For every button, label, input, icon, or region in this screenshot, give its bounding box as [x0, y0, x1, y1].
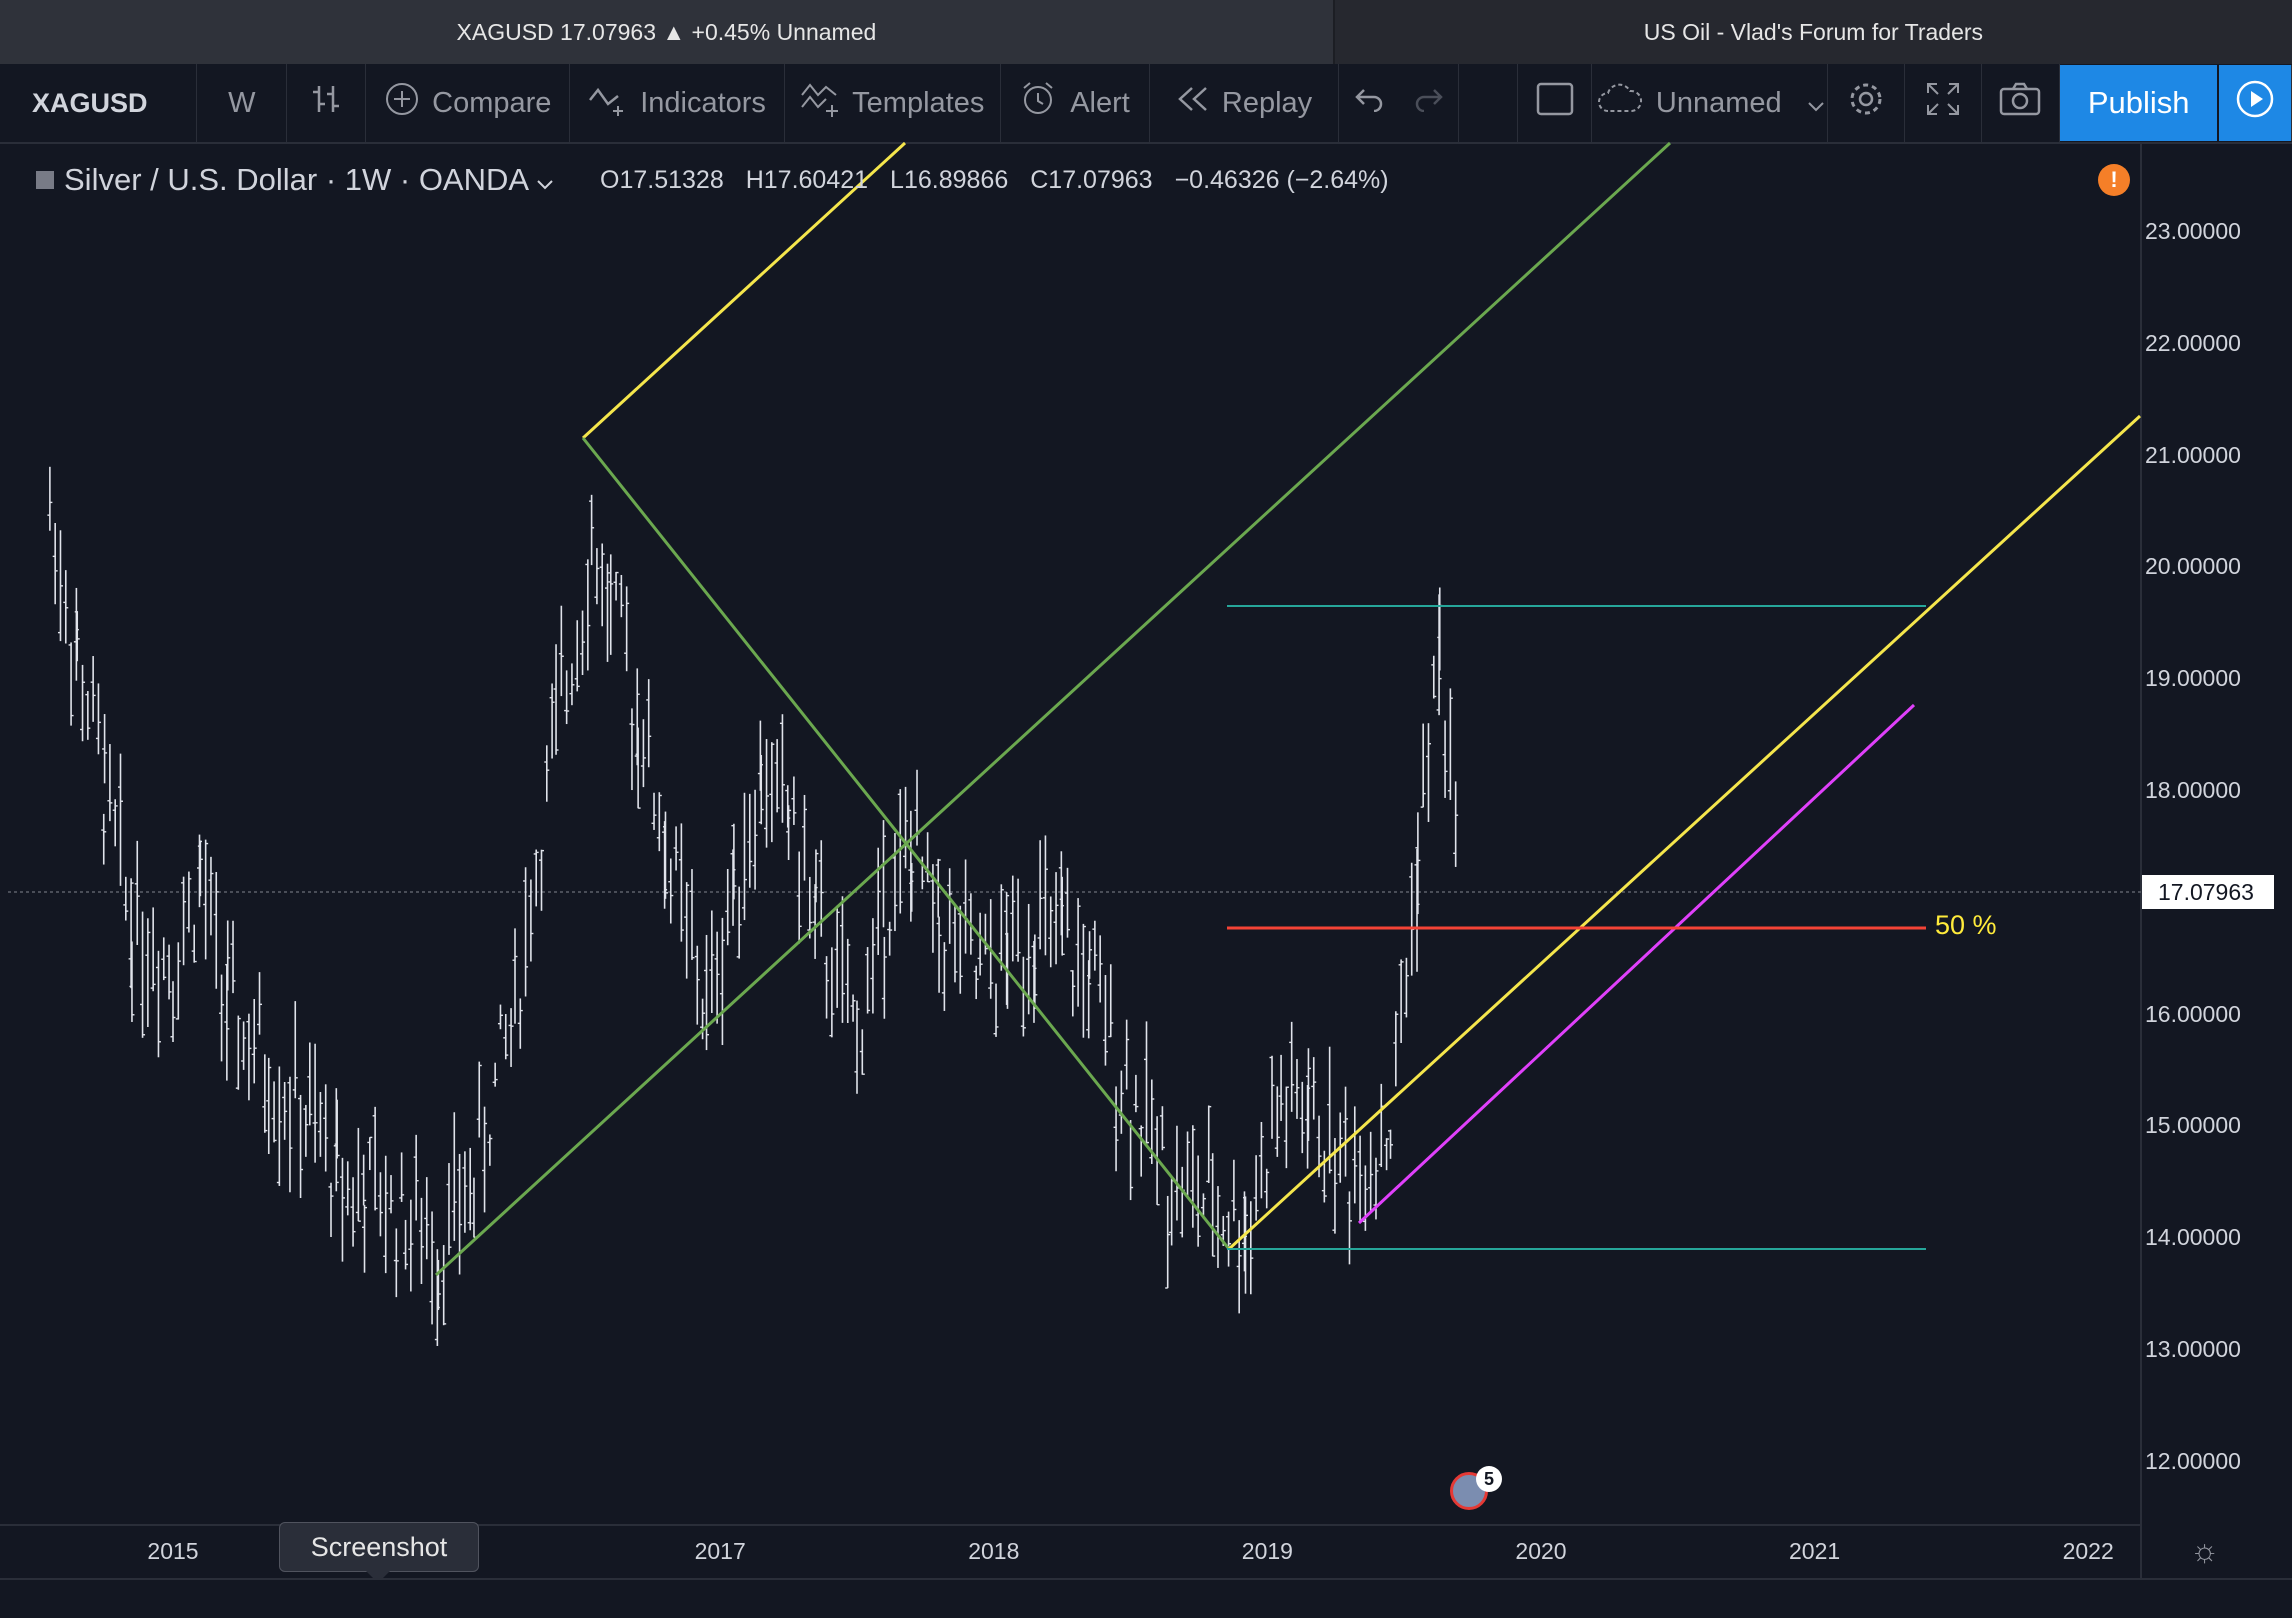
last-price-label: 17.07963 [2142, 875, 2274, 909]
time-tick-label: 2015 [147, 1538, 199, 1564]
time-tick-label: 2020 [1515, 1538, 1567, 1564]
change-value: −0.46326 (−2.64%) [1174, 166, 1389, 194]
time-tick-label: 2019 [1241, 1538, 1293, 1564]
yellow-trend-line[interactable] [1227, 414, 2142, 1251]
price-tick-label: 20.00000 [2145, 553, 2241, 580]
price-chart[interactable] [0, 0, 2292, 1616]
ohlc-bars [47, 466, 1459, 1346]
price-tick-label: 18.00000 [2145, 777, 2241, 803]
close-value: C17.07963 [1030, 166, 1153, 194]
time-axis-settings-icon[interactable]: ☼ [2190, 1532, 2219, 1569]
event-count-badge: 5 [1476, 1466, 1502, 1492]
bottom-panel [0, 1578, 2292, 1618]
price-tick-label: 23.00000 [2145, 218, 2241, 244]
price-tick-label: 14.00000 [2145, 1224, 2241, 1251]
chart-legend[interactable]: Silver / U.S. Dollar · 1W · OANDA [36, 160, 553, 200]
low-value: L16.89866 [890, 166, 1009, 194]
symbol-square-icon [36, 171, 54, 189]
time-tick-label: 2018 [968, 1538, 1020, 1564]
fib-50-label: 50 % [1935, 910, 1997, 940]
chevron-down-icon [537, 162, 553, 198]
price-tick-label: 19.00000 [2145, 665, 2241, 692]
high-value: H17.60421 [745, 166, 869, 194]
price-tick-label: 12.00000 [2145, 1447, 2241, 1474]
open-value: O17.51328 [600, 166, 724, 194]
magenta-trend-line[interactable] [1357, 703, 1916, 1225]
screenshot-tooltip: Screenshot [279, 1522, 479, 1583]
price-tick-label: 21.00000 [2145, 441, 2241, 468]
time-tick-label: 2022 [2062, 1538, 2114, 1564]
warning-icon[interactable]: ! [2098, 164, 2130, 196]
price-tick-label: 22.00000 [2145, 329, 2241, 356]
legend-title: Silver / U.S. Dollar · 1W · OANDA [64, 162, 530, 197]
time-tick-label: 2021 [1789, 1538, 1841, 1564]
time-tick-label: 2017 [694, 1538, 746, 1564]
price-tick-label: 13.00000 [2145, 1336, 2241, 1362]
ohlc-values: O17.51328 H17.60421 L16.89866 C17.07963 … [600, 166, 1389, 195]
price-tick-label: 15.00000 [2145, 1112, 2241, 1139]
price-tick-label: 16.00000 [2145, 1000, 2241, 1027]
